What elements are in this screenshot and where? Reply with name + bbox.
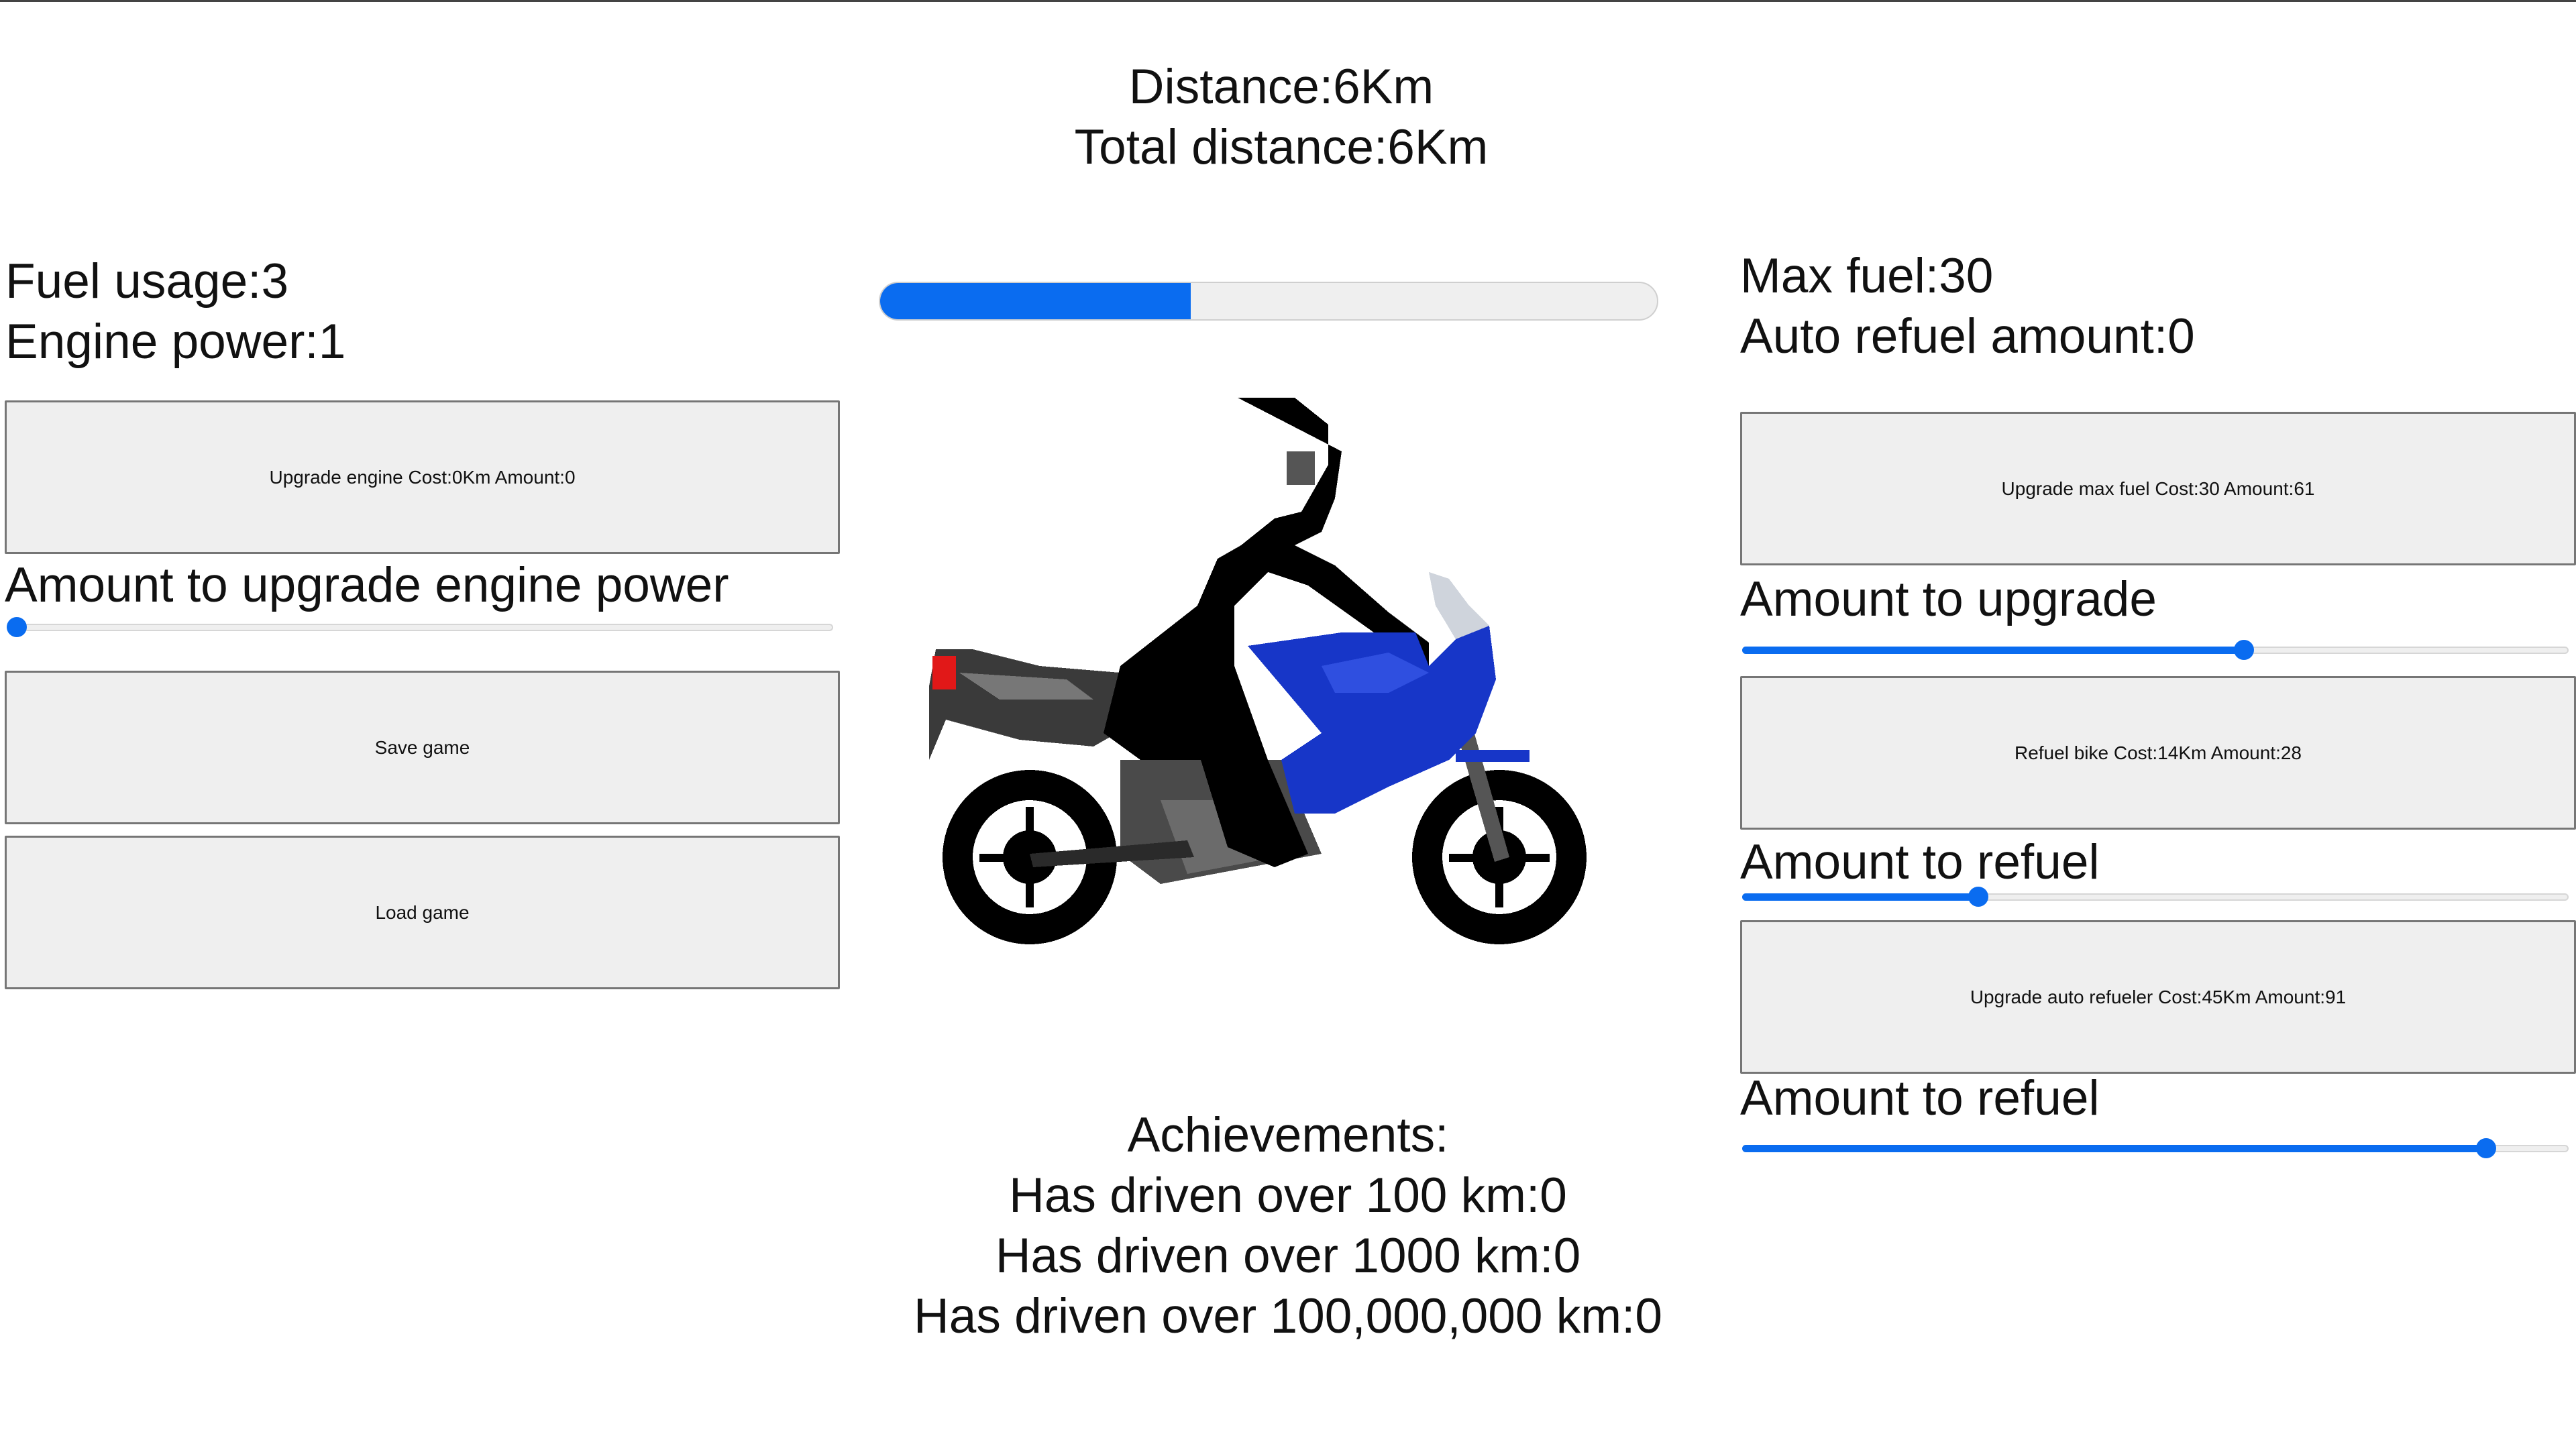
fuel-usage-text: Fuel usage:3 bbox=[5, 254, 289, 309]
fuel-progress-bar bbox=[879, 282, 1658, 321]
upgrade-auto-refueler-button[interactable]: Upgrade auto refueler Cost:45Km Amount:9… bbox=[1740, 920, 2576, 1074]
save-game-button[interactable]: Save game bbox=[5, 671, 840, 824]
refuel-bike-button[interactable]: Refuel bike Cost:14Km Amount:28 bbox=[1740, 676, 2576, 830]
slider-thumb[interactable] bbox=[2475, 1138, 2496, 1158]
fuel-stats: Max fuel:30 Auto refuel amount:0 bbox=[1740, 246, 2195, 367]
upgrade-max-fuel-button[interactable]: Upgrade max fuel Cost:30 Amount:61 bbox=[1740, 412, 2576, 565]
auto-refuel-slider-label: Amount to refuel bbox=[1740, 1071, 2100, 1125]
auto-refuel-amount-slider[interactable] bbox=[1742, 1136, 2569, 1160]
auto-refuel-amount-text: Auto refuel amount:0 bbox=[1740, 309, 2195, 364]
engine-upgrade-slider[interactable] bbox=[7, 615, 833, 639]
max-fuel-upgrade-slider[interactable] bbox=[1742, 638, 2569, 662]
max-fuel-text: Max fuel:30 bbox=[1740, 249, 1994, 303]
achievement-item: Has driven over 1000 km:0 bbox=[995, 1229, 1581, 1283]
achievements-title: Achievements: bbox=[1127, 1108, 1449, 1162]
max-fuel-slider-label: Amount to upgrade bbox=[1740, 572, 2157, 626]
load-game-button[interactable]: Load game bbox=[5, 836, 840, 989]
slider-thumb[interactable] bbox=[1968, 887, 1988, 907]
total-distance-text: Total distance:6Km bbox=[1074, 120, 1489, 174]
distance-text: Distance:6Km bbox=[1128, 60, 1434, 114]
refuel-slider-label: Amount to refuel bbox=[1740, 835, 2100, 889]
achievement-item: Has driven over 100,000,000 km:0 bbox=[914, 1289, 1662, 1343]
motorcycle-rider-icon bbox=[929, 398, 1587, 944]
achievement-item: Has driven over 100 km:0 bbox=[1009, 1168, 1567, 1223]
engine-slider-label: Amount to upgrade engine power bbox=[5, 558, 729, 612]
achievements-panel: Achievements: Has driven over 100 km:0 H… bbox=[885, 1105, 1690, 1347]
engine-power-text: Engine power:1 bbox=[5, 315, 346, 369]
slider-thumb[interactable] bbox=[2234, 640, 2255, 660]
game-page: Distance:6Km Total distance:6Km Fuel usa… bbox=[0, 0, 2576, 1444]
engine-stats: Fuel usage:3 Engine power:1 bbox=[5, 252, 345, 372]
progress-fill bbox=[880, 283, 1191, 319]
refuel-amount-slider[interactable] bbox=[1742, 885, 2569, 909]
upgrade-engine-button[interactable]: Upgrade engine Cost:0Km Amount:0 bbox=[5, 400, 840, 554]
distance-stats: Distance:6Km Total distance:6Km bbox=[946, 57, 1617, 178]
slider-thumb[interactable] bbox=[7, 617, 27, 637]
